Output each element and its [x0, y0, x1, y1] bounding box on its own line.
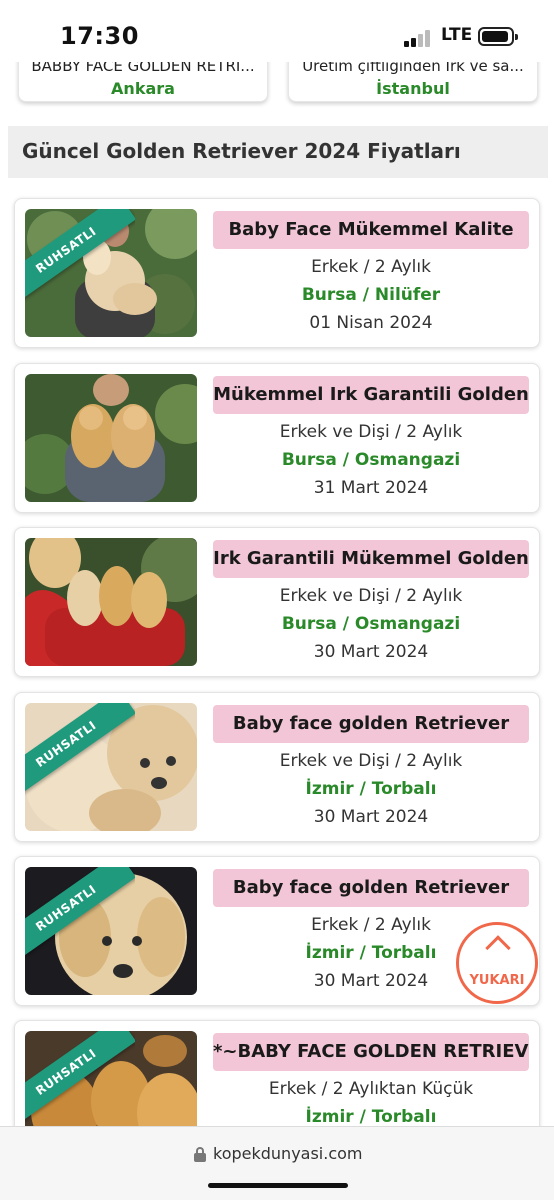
listing-sex-age: Erkek ve Dişi / 2 Aylık: [279, 586, 463, 606]
listing-title[interactable]: Mükemmel Irk Garantili Golden: [213, 376, 529, 414]
puppy-photo[interactable]: RUHSATLI: [25, 209, 197, 337]
home-indicator[interactable]: [208, 1183, 348, 1188]
listing-location: İzmir / Torbalı: [305, 1107, 437, 1127]
listing-sex-age: Erkek / 2 Aylık: [311, 257, 431, 277]
browser-screen: BABBY FACE GOLDEN RETRI... Ankara Üretim…: [0, 0, 554, 1200]
listing-card[interactable]: RUHSATLI Baby face golden Retriever Erke…: [14, 692, 540, 842]
listing-city: İstanbul: [376, 79, 450, 98]
listing-title[interactable]: *~BABY FACE GOLDEN RETRIEVER: [213, 1033, 529, 1071]
listing-card[interactable]: RUHSATLI Baby Face Mükemmel Kalite Erkek…: [14, 198, 540, 348]
listing-city: Ankara: [111, 79, 175, 98]
listing-sex-age: Erkek / 2 Aylıktan Küçük: [268, 1079, 474, 1099]
network-type: LTE: [441, 25, 473, 45]
listing-location: Bursa / Nilüfer: [301, 285, 441, 305]
section-header: Güncel Golden Retriever 2024 Fiyatları: [8, 126, 548, 178]
listing-location: Bursa / Osmangazi: [281, 450, 461, 470]
back-to-top-label: YUKARI: [469, 973, 525, 988]
puppy-photo[interactable]: [25, 374, 197, 502]
section-title: Güncel Golden Retriever 2024 Fiyatları: [22, 139, 461, 163]
listing-date: 31 Mart 2024: [313, 478, 429, 498]
status-time: 17:30: [60, 22, 139, 50]
listing-title[interactable]: Baby face golden Retriever: [213, 705, 529, 743]
listing-title[interactable]: Baby Face Mükemmel Kalite: [213, 211, 529, 249]
status-bar: 17:30 LTE: [0, 0, 554, 62]
puppy-photo[interactable]: RUHSATLI: [25, 703, 197, 831]
address-bar[interactable]: kopekdunyasi.com: [0, 1126, 554, 1200]
listing-date: 01 Nisan 2024: [309, 313, 433, 333]
listing-title[interactable]: Baby face golden Retriever: [213, 869, 529, 907]
listing-card[interactable]: Mükemmel Irk Garantili Golden Erkek ve D…: [14, 363, 540, 513]
listing-date: 30 Mart 2024: [313, 807, 429, 827]
url-text[interactable]: kopekdunyasi.com: [213, 1144, 363, 1163]
listing-location: İzmir / Torbalı: [305, 779, 437, 799]
lock-icon: [194, 1147, 206, 1162]
listing-title[interactable]: Irk Garantili Mükemmel Golden: [213, 540, 529, 578]
listing-card[interactable]: Irk Garantili Mükemmel Golden Erkek ve D…: [14, 527, 540, 677]
puppy-photo[interactable]: RUHSATLI: [25, 867, 197, 995]
listing-location: Bursa / Osmangazi: [281, 614, 461, 634]
listing-sex-age: Erkek ve Dişi / 2 Aylık: [279, 751, 463, 771]
puppy-photo[interactable]: [25, 538, 197, 666]
listing-sex-age: Erkek ve Dişi / 2 Aylık: [279, 422, 463, 442]
back-to-top-button[interactable]: YUKARI: [456, 922, 538, 1004]
battery-icon: [478, 27, 518, 46]
listing-date: 30 Mart 2024: [313, 642, 429, 662]
signal-icon: [404, 29, 434, 47]
chevron-up-icon: [485, 935, 511, 961]
